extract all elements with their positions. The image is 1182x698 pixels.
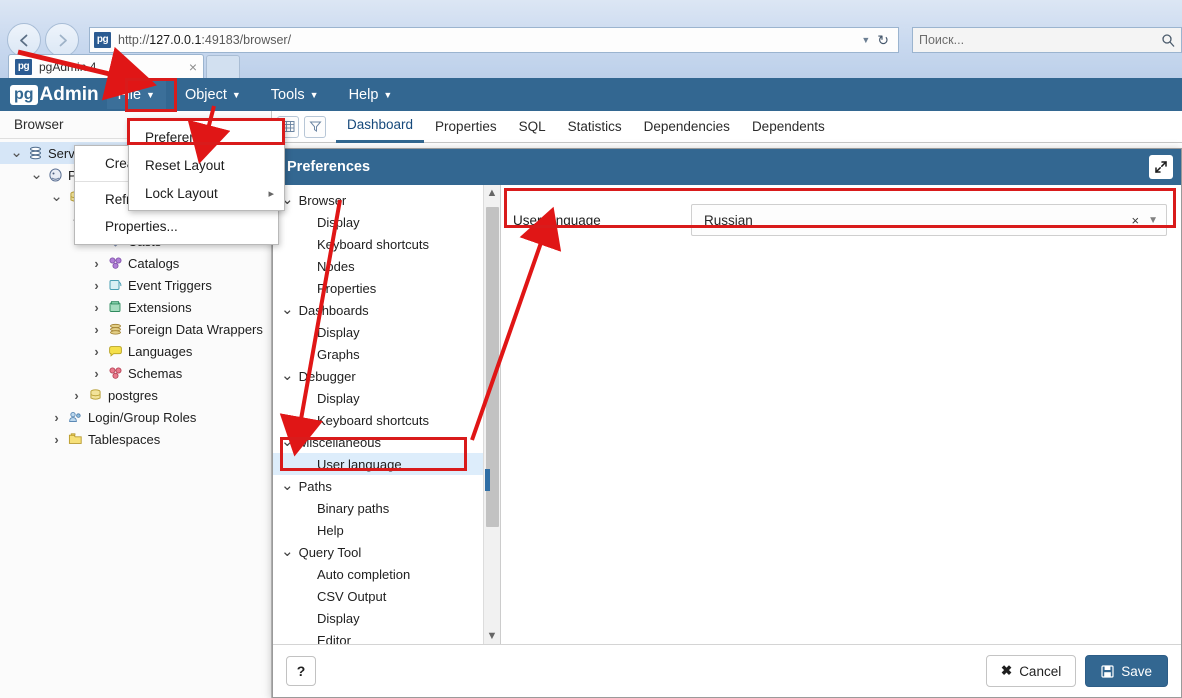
annotation-box-user-language-field (504, 188, 1176, 228)
annotation-arrows (17, 46, 562, 457)
annotation-box-user-language-tree (280, 437, 467, 471)
screenshot-root: pg http://127.0.0.1:49183/browser/ ▼ ↻ П… (0, 0, 1182, 698)
arrow-to-user-language-field (470, 206, 562, 441)
arrow-to-user-language-tree (279, 199, 342, 457)
annotation-box-preferences-item (127, 118, 285, 145)
annotation-box-file-menu (125, 78, 177, 112)
arrow-to-file-menu (17, 46, 157, 101)
